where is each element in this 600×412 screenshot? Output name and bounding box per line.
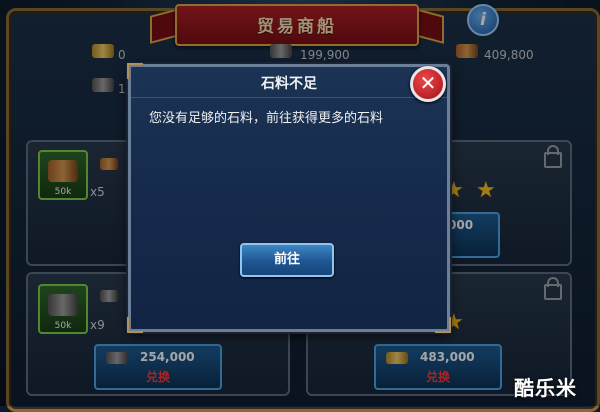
dialog-corner: [435, 317, 451, 333]
close-icon[interactable]: ✕: [410, 66, 446, 102]
dialog-corner: [127, 317, 143, 333]
dialog-title: 石料不足: [261, 76, 317, 92]
dialog-header: 石料不足: [131, 67, 447, 98]
dialog-message: 您没有足够的石料，前往获得更多的石料: [149, 111, 384, 126]
insufficient-stone-dialog: 石料不足 您没有足够的石料，前往获得更多的石料: [127, 63, 451, 333]
go-button[interactable]: 前往: [240, 243, 334, 277]
watermark: 酷乐米: [514, 376, 577, 400]
